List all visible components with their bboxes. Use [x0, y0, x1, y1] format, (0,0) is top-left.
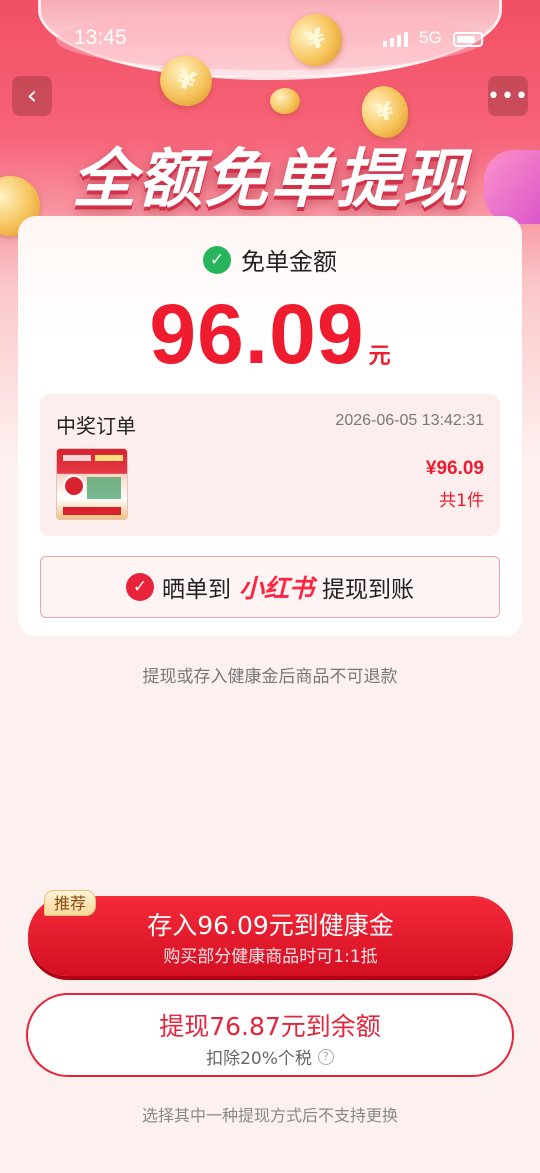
- hero-title: 全额免单提现: [72, 143, 468, 217]
- amount-unit: 元: [368, 344, 391, 369]
- amount-label-row: ✓ 免单金额: [18, 242, 522, 277]
- amount-value: 96.09: [149, 287, 365, 381]
- coin-icon: [270, 88, 300, 114]
- withdraw-sub-label: 扣除20%个税: [206, 1049, 312, 1069]
- withdraw-to-balance-button[interactable]: 提现76.87元到余额 扣除20%个税 ?: [26, 993, 514, 1077]
- share-to-xiaohongshu-button[interactable]: ✓ 晒单到 小红书 提现到账: [40, 556, 500, 618]
- chevron-left-icon: ‹: [26, 81, 38, 111]
- refund-notice: 提现或存入健康金后商品不可退款: [142, 667, 398, 687]
- order-count: 共1件: [439, 491, 484, 511]
- deposit-health-fund-button[interactable]: 存入96.09元到健康金 购买部分健康商品时可1:1抵: [28, 896, 513, 976]
- more-button[interactable]: •••: [487, 76, 529, 116]
- battery-icon: [453, 32, 483, 47]
- more-dots-icon: •••: [487, 83, 529, 109]
- status-time: 13:45: [74, 26, 127, 49]
- check-circle-icon: ✓: [125, 573, 154, 601]
- share-prefix: 晒单到: [161, 577, 231, 603]
- withdraw-sub-row: 扣除20%个税 ?: [28, 1044, 512, 1069]
- network-type: 5G: [419, 28, 442, 47]
- order-title: 中奖订单: [56, 414, 136, 438]
- product-thumbnail: [56, 448, 128, 520]
- signal-icon: [383, 31, 411, 47]
- order-date: 2026-06-05 13:42:31: [335, 412, 484, 429]
- status-bar: 13:45 5G: [0, 22, 540, 58]
- winning-order[interactable]: 中奖订单 2026-06-05 13:42:31 ¥96.09 共1件: [40, 394, 500, 536]
- order-price: ¥96.09: [425, 458, 484, 479]
- xiaohongshu-logo: 小红书: [238, 574, 314, 603]
- amount-row: 96.09 元: [18, 286, 522, 383]
- back-button[interactable]: ‹: [12, 76, 52, 116]
- recommend-badge: 推荐: [44, 890, 97, 916]
- amount-label: 免单金额: [241, 248, 337, 276]
- free-order-card: ✓ 免单金额 96.09 元 中奖订单 2026-06-05 13:42:31 …: [18, 216, 522, 636]
- share-suffix: 提现到账: [322, 577, 414, 603]
- check-circle-icon: ✓: [203, 245, 231, 274]
- withdraw-main-label: 提现76.87元到余额: [159, 1012, 381, 1041]
- help-icon[interactable]: ?: [317, 1048, 334, 1065]
- choose-notice: 选择其中一种提现方式后不支持更换: [141, 1106, 398, 1125]
- deposit-sub-label: 购买部分健康商品时可1:1抵: [163, 947, 378, 967]
- deposit-main-label: 存入96.09元到健康金: [147, 911, 394, 940]
